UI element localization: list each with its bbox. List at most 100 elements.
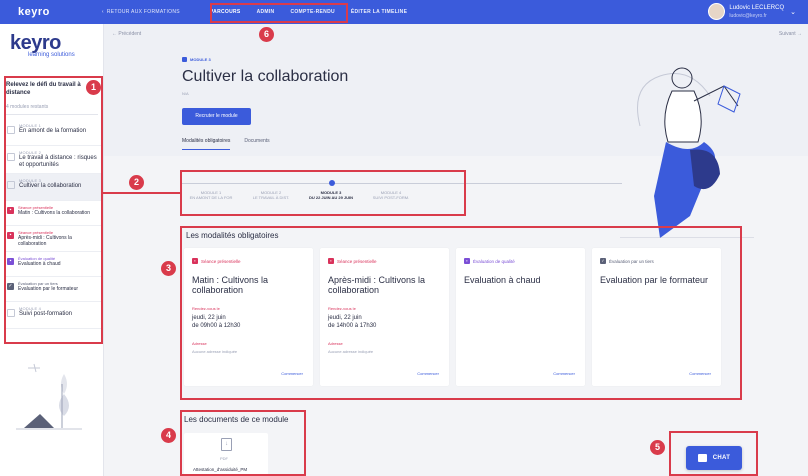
card-address: Aucune adresse indiquée	[192, 349, 238, 354]
sidebar-module-3[interactable]: MODULE 3 Cultiver la collaboration	[4, 174, 102, 201]
sidebar-subitem-apres-midi[interactable]: ▪ Séance présentielle Après-midi : Culti…	[4, 226, 102, 252]
stepper-step-3[interactable]: MODULE 3 DU 22 JUIN AU 29 JUIN	[306, 190, 356, 200]
start-button[interactable]: Commencer	[281, 371, 303, 376]
module-list: MODULE 1 En amont de la formation MODULE…	[4, 119, 102, 329]
step-sub: DU 22 JUIN AU 29 JUIN	[308, 195, 354, 200]
stepper-step-1[interactable]: MODULE 1 EN AMONT DE LA FOR	[186, 190, 236, 200]
course-subtitle: 4 modules restants	[6, 104, 98, 115]
download-icon: ↓	[221, 438, 232, 451]
nav-edit-timeline[interactable]: ÉDITER LA TIMELINE	[351, 9, 407, 15]
module-label: MODULE 3	[182, 57, 211, 62]
annotation-badge-3: 3	[161, 261, 176, 276]
document-card[interactable]: ↓ PDF Attestation_d'assiduité_PM	[184, 433, 268, 476]
page-title: Cultiver la collaboration	[182, 68, 349, 85]
calendar-icon: ▪	[328, 258, 334, 264]
calendar-icon: ▪	[192, 258, 198, 264]
annotation-badge-4: 4	[161, 428, 176, 443]
card-rdv-label: Rendez-vous le	[328, 306, 356, 311]
card-type: Évaluation de qualité	[473, 258, 515, 264]
plant-illustration	[16, 363, 82, 430]
sidebar-module-4[interactable]: MODULE 4 Suivi post-formation	[4, 302, 102, 329]
card-time: de 09h00 à 12h30	[192, 323, 241, 329]
stepper-step-2[interactable]: MODULE 2 LE TRAVAIL À DIST.	[246, 190, 296, 200]
card-title: Après-midi : Cultivons la collaboration	[328, 275, 426, 295]
previous-link[interactable]: ← Précédent	[112, 31, 141, 37]
sidebar-subitem-eval-chaud[interactable]: ▪ Évaluation de qualité Evaluation à cha…	[4, 252, 102, 277]
module-name: Suivi post-formation	[19, 311, 73, 317]
modality-card-eval-formateur[interactable]: ✓ Évaluation par un tiers Evaluation par…	[592, 248, 721, 386]
annotation-badge-5: 5	[650, 440, 665, 455]
card-type: Séance présentielle	[201, 258, 241, 264]
annotation-badge-2: 2	[129, 175, 144, 190]
checkbox-icon	[7, 181, 15, 189]
stepper-step-4[interactable]: MODULE 4 SUIVI POST-FORM.	[366, 190, 416, 200]
card-date: jeudi, 22 juin	[328, 315, 362, 321]
user-name: Ludovic LECLERCQ	[729, 4, 785, 11]
subitem-name: Evaluation par le formateur	[18, 286, 79, 292]
subitem-name: Evaluation à chaud	[18, 261, 61, 267]
next-link[interactable]: Suivant →	[779, 31, 802, 37]
annotation-badge-1: 1	[86, 80, 101, 95]
sidebar-module-1[interactable]: MODULE 1 En amont de la formation	[4, 119, 102, 146]
module-description: N/A	[182, 91, 189, 96]
modality-card-eval-chaud[interactable]: ▪ Évaluation de qualité Evaluation à cha…	[456, 248, 585, 386]
check-icon: ✓	[7, 283, 14, 290]
start-button[interactable]: Commencer	[417, 371, 439, 376]
step-sub: EN AMONT DE LA FOR	[189, 195, 233, 200]
app-logo[interactable]: keyro	[18, 6, 50, 18]
recruit-module-button[interactable]: Recruter le module	[182, 108, 251, 125]
top-nav: PARCOURS ADMIN COMPTE-RENDU ÉDITER LA TI…	[210, 0, 423, 24]
card-type: Évaluation par un tiers	[609, 258, 654, 264]
user-email: ludovic@keyro.fr	[729, 12, 767, 19]
checkbox-icon	[7, 126, 15, 134]
back-to-trainings-link[interactable]: ‹ RETOUR AUX FORMATIONS	[102, 9, 180, 15]
card-address-label: Adresse	[328, 341, 343, 346]
documents-title: Les documents de ce module	[184, 415, 289, 424]
chat-label: CHAT	[712, 455, 731, 461]
stepper-track	[182, 183, 622, 184]
chat-button[interactable]: CHAT	[686, 446, 742, 470]
sidebar-module-2[interactable]: MODULE 2 Le travail à distance : risques…	[4, 146, 102, 174]
document-type: PDF	[220, 456, 228, 461]
modality-card-matin[interactable]: ▪ Séance présentielle Matin : Cultivons …	[184, 248, 313, 386]
nav-compte-rendu[interactable]: COMPTE-RENDU	[290, 9, 334, 15]
tab-modalites[interactable]: Modalités obligatoires	[182, 138, 231, 150]
step-sub: SUIVI POST-FORM.	[372, 195, 410, 200]
chat-icon	[697, 454, 707, 462]
subitem-name: Matin : Cultivons la collaboration	[18, 210, 90, 216]
person-illustration	[620, 67, 754, 238]
module-stepper: MODULE 1 EN AMONT DE LA FOR MODULE 2 LE …	[182, 176, 622, 212]
module-number: MODULE 3	[190, 57, 211, 62]
check-icon: ✓	[600, 258, 606, 264]
document-name: Attestation_d'assiduité_PM	[193, 467, 248, 472]
main-content: ← Précédent Suivant → MODULE 3 Cultiver …	[104, 24, 808, 476]
start-button[interactable]: Commencer	[689, 371, 711, 376]
brand-tagline: learning solutions	[28, 52, 75, 58]
checkbox-icon	[7, 309, 15, 317]
sidebar-subitem-eval-formateur[interactable]: ✓ Évaluation par un tiers Evaluation par…	[4, 277, 102, 302]
evaluation-icon: ▪	[7, 258, 14, 265]
card-rdv-label: Rendez-vous le	[192, 306, 220, 311]
nav-admin[interactable]: ADMIN	[257, 9, 275, 15]
card-title: Matin : Cultivons la collaboration	[192, 275, 269, 295]
annotation-connector-2	[103, 192, 180, 194]
modalities-title: Les modalités obligatoires	[186, 231, 279, 240]
sidebar-subitem-matin[interactable]: ▪ Séance présentielle Matin : Cultivons …	[4, 201, 102, 226]
course-title: Relevez le défi du travail à distance	[6, 82, 81, 96]
stepper-current-dot	[329, 180, 335, 186]
calendar-icon: ▪	[7, 232, 14, 239]
modality-card-apres-midi[interactable]: ▪ Séance présentielle Après-midi : Culti…	[320, 248, 449, 386]
modalities-cards: ▪ Séance présentielle Matin : Cultivons …	[184, 248, 721, 386]
avatar	[708, 3, 726, 20]
module-tabs: Modalités obligatoires Documents	[182, 138, 270, 150]
annotation-badge-6: 6	[259, 27, 274, 42]
card-time: de 14h00 à 17h30	[328, 323, 377, 329]
card-address-label: Adresse	[192, 341, 207, 346]
start-button[interactable]: Commencer	[553, 371, 575, 376]
tab-documents[interactable]: Documents	[244, 138, 269, 150]
module-name: Le travail à distance : risques et oppor…	[19, 155, 97, 168]
calendar-icon: ▪	[7, 207, 14, 214]
card-type: Séance présentielle	[337, 258, 377, 264]
user-menu[interactable]: Ludovic LECLERCQ ludovic@keyro.fr ⌄	[708, 3, 796, 20]
nav-parcours[interactable]: PARCOURS	[210, 9, 241, 15]
